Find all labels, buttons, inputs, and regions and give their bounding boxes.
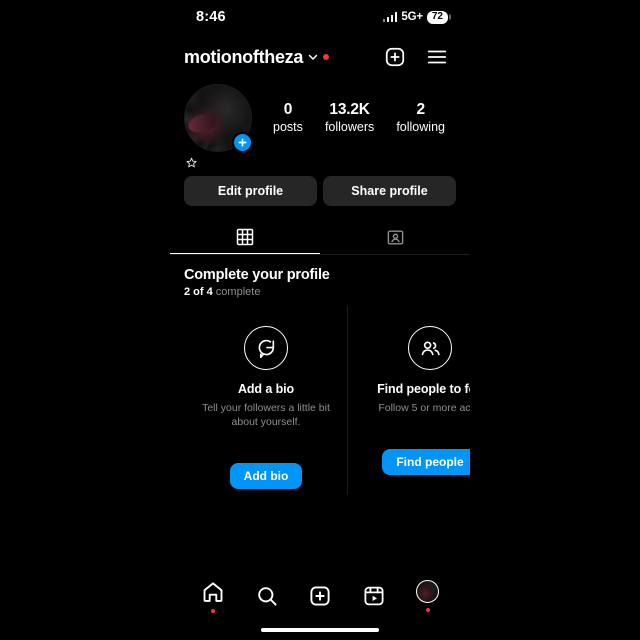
stat-value: 0 bbox=[283, 100, 293, 118]
stat-label: followers bbox=[324, 120, 375, 135]
status-indicators: 5G+ 72 bbox=[382, 10, 448, 24]
profile-summary: 0 posts 13.2K followers 2 following bbox=[170, 76, 470, 153]
card-description: Tell your followers a little bit about y… bbox=[202, 402, 330, 429]
search-icon bbox=[257, 587, 277, 606]
edit-profile-button[interactable]: Edit profile bbox=[184, 176, 317, 206]
nav-profile[interactable] bbox=[416, 580, 440, 612]
chevron-down-icon bbox=[308, 54, 318, 60]
tagged-person-icon bbox=[387, 229, 403, 245]
home-indicator bbox=[261, 628, 379, 632]
card-find-people: Find people to foll Follow 5 or more acc… bbox=[347, 305, 470, 496]
nav-reels[interactable] bbox=[362, 584, 386, 608]
stat-label: following bbox=[396, 120, 445, 135]
stat-posts[interactable]: 0 posts bbox=[273, 100, 303, 136]
signal-bars-icon bbox=[382, 12, 398, 22]
complete-profile-progress: 2 of 4 complete bbox=[184, 286, 456, 298]
tab-grid[interactable] bbox=[170, 220, 320, 254]
bottom-navigation bbox=[170, 574, 470, 618]
share-profile-button[interactable]: Share profile bbox=[323, 176, 456, 206]
home-icon bbox=[203, 581, 223, 602]
profile-avatar-icon bbox=[416, 580, 440, 603]
speech-bubble-icon bbox=[258, 339, 275, 359]
avatar[interactable] bbox=[184, 84, 253, 153]
nav-create[interactable] bbox=[308, 584, 332, 608]
stat-followers[interactable]: 13.2K followers bbox=[325, 100, 374, 136]
stat-value: 13.2K bbox=[329, 100, 370, 118]
profile-tabs bbox=[170, 220, 470, 254]
progress-count: 2 of 4 bbox=[184, 286, 213, 298]
star-icon bbox=[186, 157, 197, 168]
find-people-button[interactable]: Find people bbox=[382, 449, 470, 476]
profile-bio-line bbox=[170, 152, 470, 170]
plus-square-icon bbox=[310, 586, 331, 606]
username-switcher[interactable]: motionoftheza bbox=[184, 46, 330, 68]
network-type-label: 5G+ bbox=[401, 11, 423, 23]
username-notification-dot bbox=[323, 54, 330, 60]
plus-badge-icon[interactable] bbox=[232, 132, 253, 153]
complete-profile-cards: Add a bio Tell your followers a little b… bbox=[170, 305, 470, 496]
stat-label: posts bbox=[273, 120, 303, 135]
card-description: Follow 5 or more acco bbox=[378, 402, 470, 414]
stat-following[interactable]: 2 following bbox=[396, 100, 445, 136]
card-icon-circle bbox=[244, 326, 288, 370]
header-actions bbox=[384, 46, 448, 68]
people-group-icon bbox=[421, 340, 440, 355]
progress-word: complete bbox=[215, 286, 261, 298]
add-bio-button[interactable]: Add bio bbox=[229, 463, 303, 490]
tab-tagged[interactable] bbox=[320, 220, 470, 254]
home-notification-dot bbox=[210, 608, 215, 613]
profile-action-buttons: Edit profile Share profile bbox=[170, 170, 470, 206]
profile-stats: 0 posts 13.2K followers 2 following bbox=[252, 100, 456, 136]
complete-profile-title: Complete your profile bbox=[184, 267, 330, 283]
card-add-bio: Add a bio Tell your followers a little b… bbox=[184, 312, 348, 490]
nav-search[interactable] bbox=[255, 584, 279, 608]
plus-square-icon[interactable] bbox=[384, 46, 406, 68]
complete-profile-header: Complete your profile 2 of 4 complete bbox=[170, 255, 470, 298]
battery-icon: 72 bbox=[426, 10, 448, 24]
card-icon-circle bbox=[408, 326, 452, 370]
nav-home[interactable] bbox=[201, 580, 225, 613]
profile-username: motionoftheza bbox=[184, 46, 304, 67]
phone-viewport: 8:46 5G+ 72 motionoftheza 0 posts 13.2K … bbox=[170, 0, 470, 640]
card-title: Find people to foll bbox=[377, 382, 470, 396]
status-bar: 8:46 5G+ 72 bbox=[170, 0, 470, 34]
hamburger-menu-icon[interactable] bbox=[426, 46, 448, 68]
grid-icon bbox=[236, 228, 254, 246]
profile-notification-dot bbox=[425, 608, 430, 612]
card-title: Add a bio bbox=[237, 382, 295, 396]
app-header: motionoftheza bbox=[170, 38, 470, 76]
stat-value: 2 bbox=[416, 100, 425, 118]
reels-icon bbox=[364, 586, 384, 606]
status-time: 8:46 bbox=[196, 9, 226, 25]
